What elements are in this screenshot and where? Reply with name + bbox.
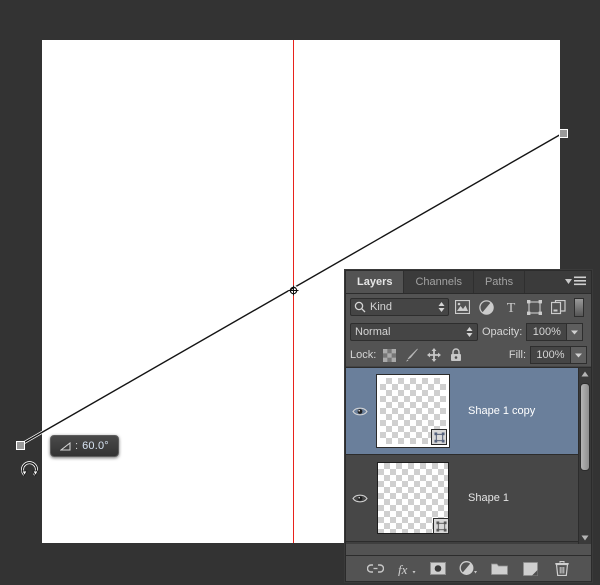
layer-visibility-toggle[interactable] <box>346 493 374 504</box>
angle-icon <box>60 441 71 450</box>
lock-label: Lock: <box>350 349 377 361</box>
rotate-cursor <box>21 461 39 477</box>
angle-tooltip-label: : <box>75 439 79 452</box>
blend-mode-value: Normal <box>355 326 391 338</box>
lock-transparency-icon[interactable] <box>381 347 398 363</box>
chevron-down-icon <box>571 330 579 334</box>
stepper-arrows-icon[interactable] <box>466 326 473 338</box>
lock-position-icon[interactable] <box>425 347 442 363</box>
fill-dropdown-button[interactable] <box>570 346 587 364</box>
tab-paths[interactable]: Paths <box>473 271 526 293</box>
layer-thumbnail[interactable] <box>377 375 449 447</box>
photoshop-workspace: : 60.0° Layers Channels Paths Kind T Nor… <box>0 0 600 585</box>
filter-kind-select[interactable]: Kind <box>350 298 449 316</box>
opacity-label: Opacity: <box>482 326 523 338</box>
layer-name[interactable]: Shape 1 <box>452 492 591 504</box>
layer-name[interactable]: Shape 1 copy <box>452 405 591 417</box>
opacity-dropdown-button[interactable] <box>566 323 584 341</box>
fill-field[interactable]: 100% <box>530 346 587 364</box>
angle-tooltip-value: 60.0° <box>82 439 109 452</box>
fill-group: Fill: 100% <box>509 346 587 364</box>
pixel-layer-filter-icon[interactable] <box>452 298 473 317</box>
layer-filter-row: Kind T <box>346 294 591 320</box>
opacity-field[interactable]: 100% <box>526 323 584 341</box>
type-layer-filter-icon[interactable]: T <box>500 298 521 317</box>
smart-object-filter-icon[interactable] <box>548 298 569 317</box>
eye-icon <box>352 494 368 502</box>
fill-value[interactable]: 100% <box>530 346 570 364</box>
add-layer-mask-icon[interactable] <box>428 559 448 579</box>
layer-visibility-toggle[interactable] <box>346 406 374 417</box>
panel-tab-bar: Layers Channels Paths <box>346 271 591 294</box>
panel-menu-icon[interactable] <box>565 276 586 286</box>
new-adjustment-layer-icon[interactable] <box>459 559 479 579</box>
lock-all-icon[interactable] <box>447 347 464 363</box>
layer-row-shape-1[interactable]: Shape 1 <box>346 455 591 542</box>
layer-thumbnail-wrap[interactable] <box>374 372 452 450</box>
blend-mode-select[interactable]: Normal <box>350 323 478 341</box>
tab-layers[interactable]: Layers <box>346 271 405 293</box>
fill-label: Fill: <box>508 349 526 361</box>
lock-image-pixels-icon[interactable] <box>403 347 420 363</box>
chevron-down-icon <box>565 278 572 284</box>
new-group-icon[interactable] <box>490 559 510 579</box>
vector-mask-icon[interactable] <box>433 518 449 534</box>
search-icon <box>354 301 366 313</box>
adjustment-layer-filter-icon[interactable] <box>476 298 497 317</box>
eye-icon <box>352 407 368 415</box>
layer-list[interactable]: Shape 1 copy Shape 1 <box>346 367 591 544</box>
filter-kind-label: Kind <box>370 301 393 313</box>
tab-channels[interactable]: Channels <box>404 271 474 293</box>
layer-row-shape-1-copy[interactable]: Shape 1 copy <box>346 368 591 455</box>
panel-bottom-bar: fx <box>346 555 591 581</box>
layer-list-scrollbar[interactable] <box>578 368 591 544</box>
hamburger-icon <box>574 276 586 286</box>
scrollbar-thumb[interactable] <box>580 383 590 471</box>
bottom-left-handle[interactable] <box>16 441 25 450</box>
document-canvas-left[interactable] <box>42 40 301 543</box>
angle-readout-tooltip: : 60.0° <box>50 435 119 457</box>
stepper-arrows-icon[interactable] <box>438 301 445 313</box>
scroll-down-arrow-icon[interactable] <box>579 532 591 544</box>
filter-enable-toggle[interactable] <box>574 297 584 317</box>
shape-layer-filter-icon[interactable] <box>524 298 545 317</box>
opacity-value[interactable]: 100% <box>526 323 567 341</box>
blend-mode-row: Normal Opacity: 100% <box>346 320 591 344</box>
delete-layer-icon[interactable] <box>552 559 572 579</box>
top-right-handle[interactable] <box>559 129 568 138</box>
layer-thumbnail[interactable] <box>377 462 449 534</box>
scroll-up-arrow-icon[interactable] <box>579 368 591 380</box>
layer-thumbnail-wrap[interactable] <box>374 459 452 537</box>
layers-panel: Layers Channels Paths Kind T Normal Opac… <box>345 270 592 582</box>
vector-mask-icon[interactable] <box>431 429 447 445</box>
link-layers-icon[interactable] <box>366 559 386 579</box>
lock-row: Lock: Fill: 100% <box>346 344 591 367</box>
center-reference-point[interactable] <box>288 285 299 296</box>
chevron-down-icon <box>575 353 582 357</box>
svg-text:T: T <box>506 301 515 314</box>
layer-style-fx-icon[interactable]: fx <box>397 559 417 579</box>
new-layer-icon[interactable] <box>521 559 541 579</box>
svg-text:fx: fx <box>398 562 408 576</box>
